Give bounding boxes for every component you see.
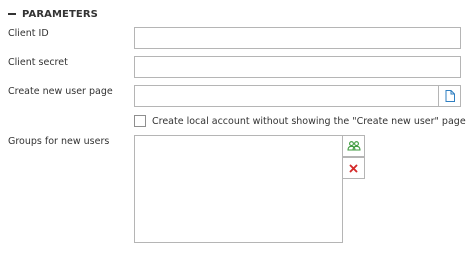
parameters-panel: PARAMETERS Client ID Client secret Creat… — [0, 0, 474, 255]
minus-icon[interactable] — [8, 13, 16, 15]
groups-label: Groups for new users — [8, 136, 110, 147]
client-id-label: Client ID — [8, 28, 49, 39]
groups-list[interactable] — [134, 135, 343, 243]
add-group-button[interactable] — [342, 135, 365, 157]
client-secret-input[interactable] — [134, 56, 461, 78]
create-local-account-label: Create local account without showing the… — [152, 115, 466, 127]
select-page-button[interactable] — [438, 85, 461, 107]
remove-group-button[interactable] — [342, 157, 365, 179]
add-group-icon — [346, 141, 361, 151]
create-user-page-input[interactable] — [134, 85, 439, 107]
section-title: PARAMETERS — [22, 8, 98, 20]
remove-icon — [349, 164, 358, 172]
create-user-page-group — [134, 85, 461, 107]
create-local-account-option[interactable]: Create local account without showing the… — [134, 115, 466, 127]
section-header-parameters[interactable]: PARAMETERS — [8, 6, 98, 22]
client-id-input[interactable] — [134, 27, 461, 49]
create-local-account-checkbox[interactable] — [134, 115, 146, 127]
page-icon — [445, 90, 455, 102]
groups-buttons — [342, 135, 365, 179]
client-secret-label: Client secret — [8, 57, 68, 68]
create-user-page-label: Create new user page — [8, 86, 113, 97]
